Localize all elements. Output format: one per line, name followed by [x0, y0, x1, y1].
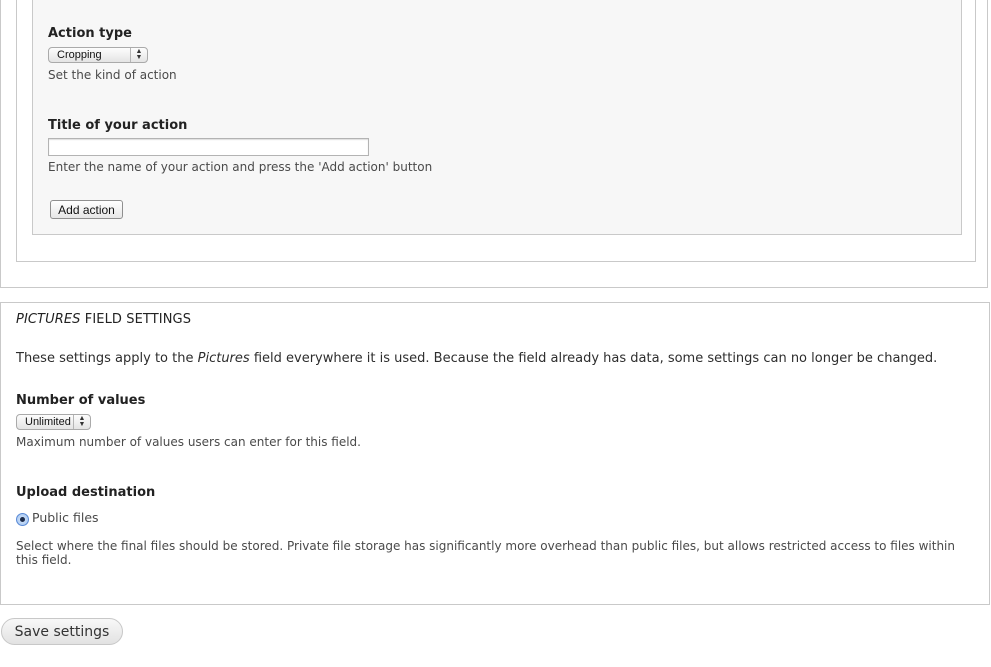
- select-arrows-icon: ▲ ▼: [130, 48, 147, 62]
- number-of-values-select[interactable]: Unlimited ▲ ▼: [16, 414, 91, 430]
- action-type-value: Cropping: [57, 49, 102, 61]
- upload-destination-label: Upload destination: [16, 485, 156, 500]
- action-type-label: Action type: [48, 26, 132, 41]
- legend-field-name: PICTURES: [16, 312, 81, 327]
- title-description: Enter the name of your action and press …: [48, 160, 433, 174]
- upload-destination-description: Select where the final files should be s…: [16, 539, 955, 567]
- intro-prefix: These settings apply to the: [16, 351, 198, 366]
- save-settings-button[interactable]: Save settings: [1, 618, 123, 645]
- legend-text: FIELD SETTINGS: [80, 312, 192, 327]
- intro-suffix: field everywhere it is used. Because the…: [249, 351, 938, 366]
- title-label: Title of your action: [48, 118, 188, 133]
- action-type-select[interactable]: Cropping ▲ ▼: [48, 47, 148, 63]
- action-type-description: Set the kind of action: [48, 68, 177, 82]
- field-settings-intro: These settings apply to the Pictures fie…: [16, 351, 937, 366]
- intro-field-name: Pictures: [197, 351, 250, 366]
- radio-selected-dot: [20, 517, 25, 522]
- public-files-radio[interactable]: [16, 513, 29, 526]
- action-title-input[interactable]: [48, 138, 369, 156]
- number-of-values-description: Maximum number of values users can enter…: [16, 435, 361, 449]
- add-action-button[interactable]: Add action: [50, 200, 123, 219]
- public-files-label[interactable]: Public files: [32, 511, 99, 525]
- number-of-values-label: Number of values: [16, 393, 146, 408]
- number-of-values-value: Unlimited: [25, 416, 71, 428]
- field-settings-legend: PICTURES FIELD SETTINGS: [16, 312, 191, 327]
- select-arrows-icon: ▲ ▼: [73, 415, 90, 429]
